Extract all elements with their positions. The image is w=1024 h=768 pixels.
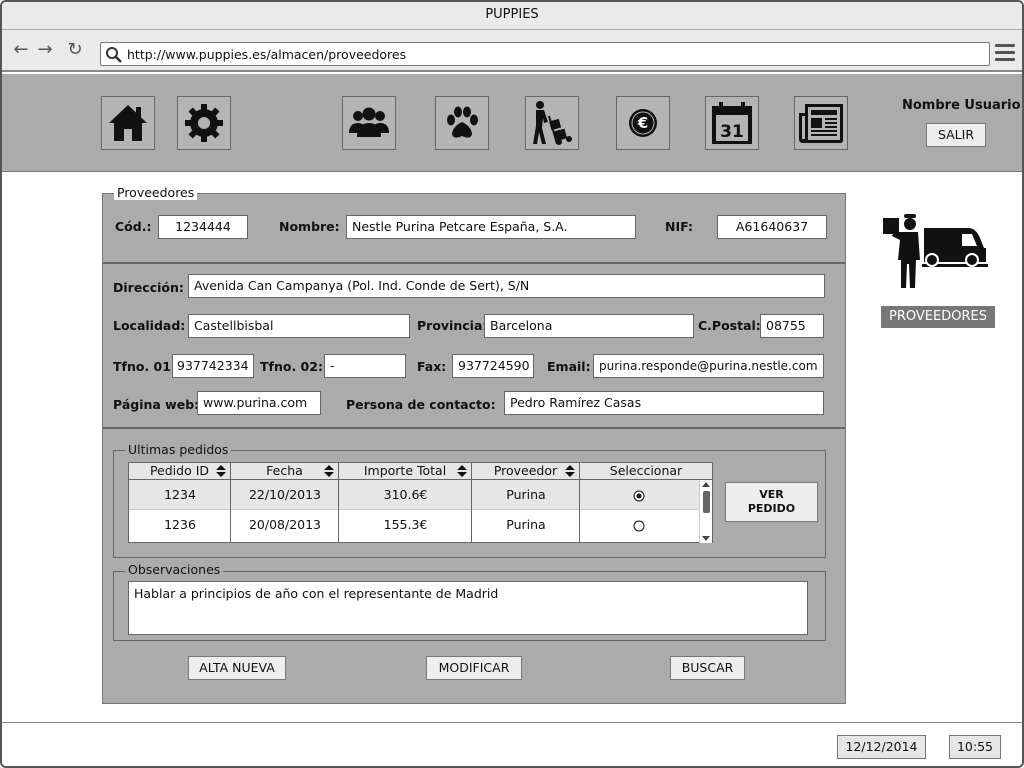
euro-icon[interactable]: € [616, 96, 670, 150]
back-icon[interactable]: ← [10, 39, 32, 61]
forward-icon[interactable]: → [34, 39, 56, 61]
menu-icon[interactable] [995, 44, 1015, 62]
status-footer: 12/12/2014 10:55 [2, 722, 1022, 766]
browser-navbar: ← → ↻ http://www.puppies.es/almacen/prov… [2, 30, 1022, 72]
tfno2-label: Tfno. 02: [260, 359, 323, 374]
calendar-icon[interactable]: 31 [705, 96, 759, 150]
email-label: Email: [547, 359, 591, 374]
nombre-field[interactable]: Nestle Purina Petcare España, S.A. [346, 215, 636, 239]
cell-fecha: 20/08/2013 [248, 517, 322, 532]
column-header-importe[interactable]: Importe Total [339, 463, 472, 480]
paw-icon[interactable] [435, 96, 489, 150]
modificar-button[interactable]: MODIFICAR [426, 656, 522, 680]
sort-icon[interactable] [216, 465, 226, 481]
provincia-label: Provincia: [417, 318, 488, 333]
reload-icon[interactable]: ↻ [64, 39, 86, 61]
time-display: 10:55 [949, 735, 1001, 759]
cpostal-field[interactable]: 08755 [760, 314, 824, 338]
cell-proveedor: Purina [506, 487, 546, 502]
calendar-day: 31 [720, 122, 744, 142]
orders-table: Pedido ID Fecha Importe Total Proveedor … [128, 462, 713, 543]
panel-legend: Proveedores [114, 185, 198, 200]
row-select-radio[interactable] [580, 510, 697, 540]
tfno1-field[interactable]: 937742334 [172, 354, 254, 378]
column-header-id[interactable]: Pedido ID [129, 463, 231, 480]
buscar-button[interactable]: BUSCAR [670, 656, 745, 680]
divider [103, 427, 845, 429]
column-header-proveedor[interactable]: Proveedor [472, 463, 580, 480]
nombre-label: Nombre: [279, 219, 340, 234]
localidad-field[interactable]: Castellbisbal [188, 314, 410, 338]
provincia-field[interactable]: Barcelona [484, 314, 694, 338]
logout-button[interactable]: SALIR [926, 123, 986, 147]
row-select-radio[interactable] [580, 480, 697, 510]
cod-field[interactable]: 1234444 [158, 215, 248, 239]
cell-importe: 310.6€ [383, 487, 428, 502]
supplier-truck-icon [883, 214, 988, 288]
cell-id: 1234 [164, 487, 196, 502]
table-scrollbar[interactable] [699, 480, 712, 543]
cell-importe: 155.3€ [383, 517, 428, 532]
search-icon [106, 47, 122, 63]
observations-legend: Observaciones [125, 562, 224, 577]
cpostal-label: C.Postal: [698, 318, 761, 333]
people-icon[interactable] [342, 96, 396, 150]
window-title: PUPPIES [2, 2, 1022, 30]
fax-label: Fax: [417, 359, 447, 374]
direccion-field[interactable]: Avenida Can Campanya (Pol. Ind. Conde de… [188, 274, 825, 298]
svg-text:€: € [637, 114, 648, 132]
url-bar[interactable]: http://www.puppies.es/almacen/proveedore… [100, 42, 990, 66]
column-header-seleccionar: Seleccionar [580, 463, 712, 480]
home-icon[interactable] [101, 96, 155, 150]
sort-icon[interactable] [457, 465, 467, 481]
localidad-label: Localidad: [113, 318, 186, 333]
tfno1-label: Tfno. 01: [113, 359, 176, 374]
contacto-field[interactable]: Pedro Ramírez Casas [504, 391, 824, 415]
alta-nueva-button[interactable]: ALTA NUEVA [188, 656, 286, 680]
contacto-label: Persona de contacto: [346, 397, 496, 412]
browser-window: PUPPIES ← → ↻ http://www.puppies.es/alma… [0, 0, 1024, 768]
web-field[interactable]: www.purina.com [197, 391, 321, 415]
tfno2-field[interactable]: - [324, 354, 406, 378]
app-toolbar: € 31 Nombre Usuario SALIR [2, 74, 1022, 172]
fax-field[interactable]: 937724590 [452, 354, 534, 378]
gear-icon[interactable] [177, 96, 231, 150]
section-label: PROVEEDORES [881, 306, 995, 328]
newspaper-icon[interactable] [794, 96, 848, 150]
username: Nombre Usuario [902, 98, 1021, 113]
direccion-label: Dirección: [113, 280, 184, 295]
cell-proveedor: Purina [506, 517, 546, 532]
web-label: Página web: [113, 397, 200, 412]
cell-fecha: 22/10/2013 [248, 487, 322, 502]
sort-icon[interactable] [324, 465, 334, 481]
sort-icon[interactable] [565, 465, 575, 481]
nif-field[interactable]: A61640637 [717, 215, 827, 239]
email-field[interactable]: purina.responde@purina.nestle.com [593, 354, 824, 378]
divider [103, 262, 845, 264]
cod-label: Cód.: [115, 219, 152, 234]
nif-label: NIF: [665, 219, 693, 234]
cell-id: 1236 [164, 517, 196, 532]
date-display: 12/12/2014 [837, 735, 926, 759]
observations-textarea[interactable]: Hablar a principios de año con el repres… [128, 581, 808, 635]
orders-legend: Ultimas pedidos [125, 442, 232, 457]
view-order-button[interactable]: VER PEDIDO [725, 482, 818, 522]
delivery-icon[interactable] [525, 96, 579, 150]
column-header-fecha[interactable]: Fecha [231, 463, 339, 480]
url-text: http://www.puppies.es/almacen/proveedore… [127, 47, 407, 62]
